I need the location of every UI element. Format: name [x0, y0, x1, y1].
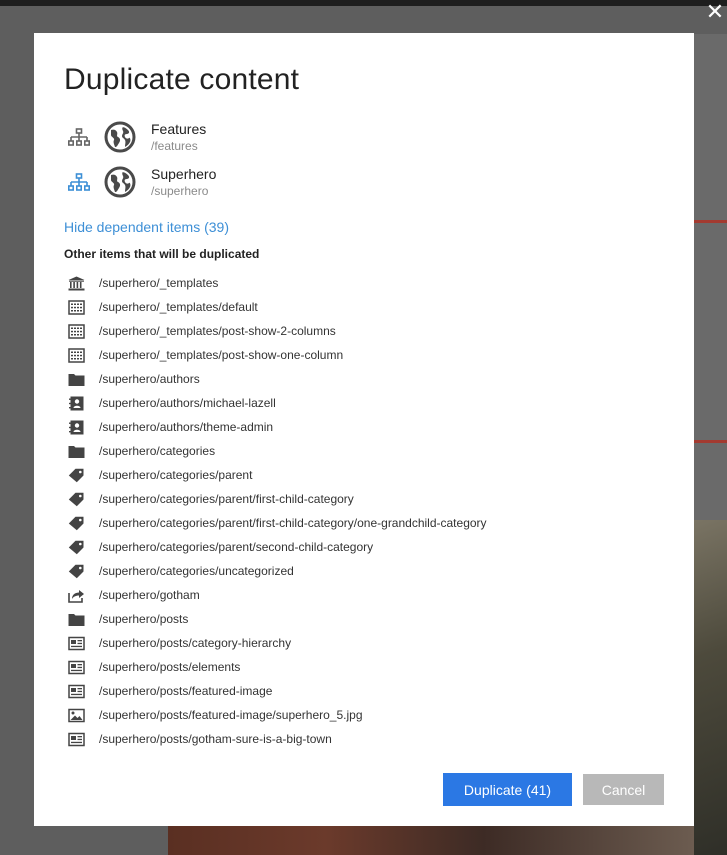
folder-icon — [68, 446, 85, 458]
list-item: /superhero/posts/featured-image/superher… — [64, 704, 664, 728]
item-path: /superhero/_templates/default — [99, 300, 258, 314]
article-icon — [68, 684, 85, 699]
site-path: /features — [151, 139, 198, 153]
tag-icon — [68, 468, 84, 483]
sitemap-icon — [68, 173, 90, 191]
folder-icon — [68, 374, 85, 386]
item-path: /superhero/posts — [99, 612, 189, 626]
library-icon — [68, 276, 85, 291]
list-item: /superhero/categories/parent/second-chil… — [64, 536, 664, 560]
shortcut-icon — [68, 590, 84, 603]
close-icon[interactable]: ✕ — [704, 2, 726, 24]
item-path: /superhero/posts/featured-image/superher… — [99, 708, 363, 722]
hide-dependent-items-link[interactable]: Hide dependent items (39) — [64, 219, 229, 235]
site-path: /superhero — [151, 184, 209, 198]
item-path: /superhero/_templates/post-show-one-colu… — [99, 348, 344, 362]
list-item: /superhero/posts/category-hierarchy — [64, 632, 664, 656]
item-path: /superhero/authors — [99, 372, 200, 386]
item-path: /superhero/categories/parent/first-child… — [99, 516, 487, 530]
list-item: /superhero/_templates/default — [64, 296, 664, 320]
list-item: /superhero/authors — [64, 368, 664, 392]
article-icon — [68, 660, 85, 675]
list-item: /superhero/posts/gotham-sure-is-a-big-to… — [64, 728, 664, 752]
template-icon — [68, 300, 85, 315]
tag-icon — [68, 540, 84, 555]
globe-icon — [104, 166, 136, 198]
site-name: Superhero — [151, 166, 217, 182]
tag-icon — [68, 516, 84, 531]
list-item: /superhero/categories — [64, 440, 664, 464]
duplicate-button[interactable]: Duplicate (41) — [443, 773, 572, 806]
sitemap-icon — [68, 128, 90, 146]
dependent-items-list: /superhero/_templates/superhero/_templat… — [64, 272, 664, 752]
background-accent-line — [694, 220, 727, 223]
list-item: /superhero/posts/featured-image — [64, 680, 664, 704]
image-icon — [68, 708, 85, 723]
site-name: Features — [151, 121, 207, 137]
item-path: /superhero/posts/featured-image — [99, 684, 273, 698]
cancel-button[interactable]: Cancel — [583, 774, 664, 805]
item-path: /superhero/categories/uncategorized — [99, 564, 294, 578]
list-item: /superhero/authors/michael-lazell — [64, 392, 664, 416]
dialog-title: Duplicate content — [64, 63, 300, 96]
list-item: /superhero/_templates/post-show-one-colu… — [64, 344, 664, 368]
list-item: /superhero/categories/uncategorized — [64, 560, 664, 584]
tag-icon — [68, 564, 84, 579]
contact-icon — [69, 396, 84, 411]
item-path: /superhero/gotham — [99, 588, 200, 602]
template-icon — [68, 324, 85, 339]
background-accent-line — [694, 440, 727, 443]
item-path: /superhero/authors/michael-lazell — [99, 396, 276, 410]
contact-icon — [69, 420, 84, 435]
item-path: /superhero/posts/elements — [99, 660, 241, 674]
list-item: /superhero/_templates/post-show-2-column… — [64, 320, 664, 344]
folder-icon — [68, 614, 85, 626]
list-item: /superhero/gotham — [64, 584, 664, 608]
site-row-superhero: Superhero /superhero — [64, 164, 464, 200]
item-path: /superhero/posts/gotham-sure-is-a-big-to… — [99, 732, 332, 746]
list-item: /superhero/categories/parent/first-child… — [64, 512, 664, 536]
background-topbar — [0, 0, 727, 6]
site-row-features: Features /features — [64, 119, 464, 155]
item-path: /superhero/posts/category-hierarchy — [99, 636, 292, 650]
item-path: /superhero/categories/parent/first-child… — [99, 492, 354, 506]
article-icon — [68, 732, 85, 747]
item-path: /superhero/_templates — [99, 276, 219, 290]
list-item: /superhero/categories/parent/first-child… — [64, 488, 664, 512]
background-image — [694, 520, 727, 855]
list-item: /superhero/categories/parent — [64, 464, 664, 488]
list-item: /superhero/_templates — [64, 272, 664, 296]
article-icon — [68, 636, 85, 651]
globe-icon — [104, 121, 136, 153]
item-path: /superhero/categories/parent/second-chil… — [99, 540, 374, 554]
tag-icon — [68, 492, 84, 507]
item-path: /superhero/_templates/post-show-2-column… — [99, 324, 336, 338]
section-label: Other items that will be duplicated — [64, 247, 260, 261]
template-icon — [68, 348, 85, 363]
list-item: /superhero/posts — [64, 608, 664, 632]
background-photo — [168, 826, 694, 855]
duplicate-content-dialog: Duplicate content Features /features Sup… — [34, 33, 694, 826]
list-item: /superhero/posts/elements — [64, 656, 664, 680]
item-path: /superhero/categories/parent — [99, 468, 253, 482]
item-path: /superhero/authors/theme-admin — [99, 420, 274, 434]
item-path: /superhero/categories — [99, 444, 216, 458]
list-item: /superhero/authors/theme-admin — [64, 416, 664, 440]
